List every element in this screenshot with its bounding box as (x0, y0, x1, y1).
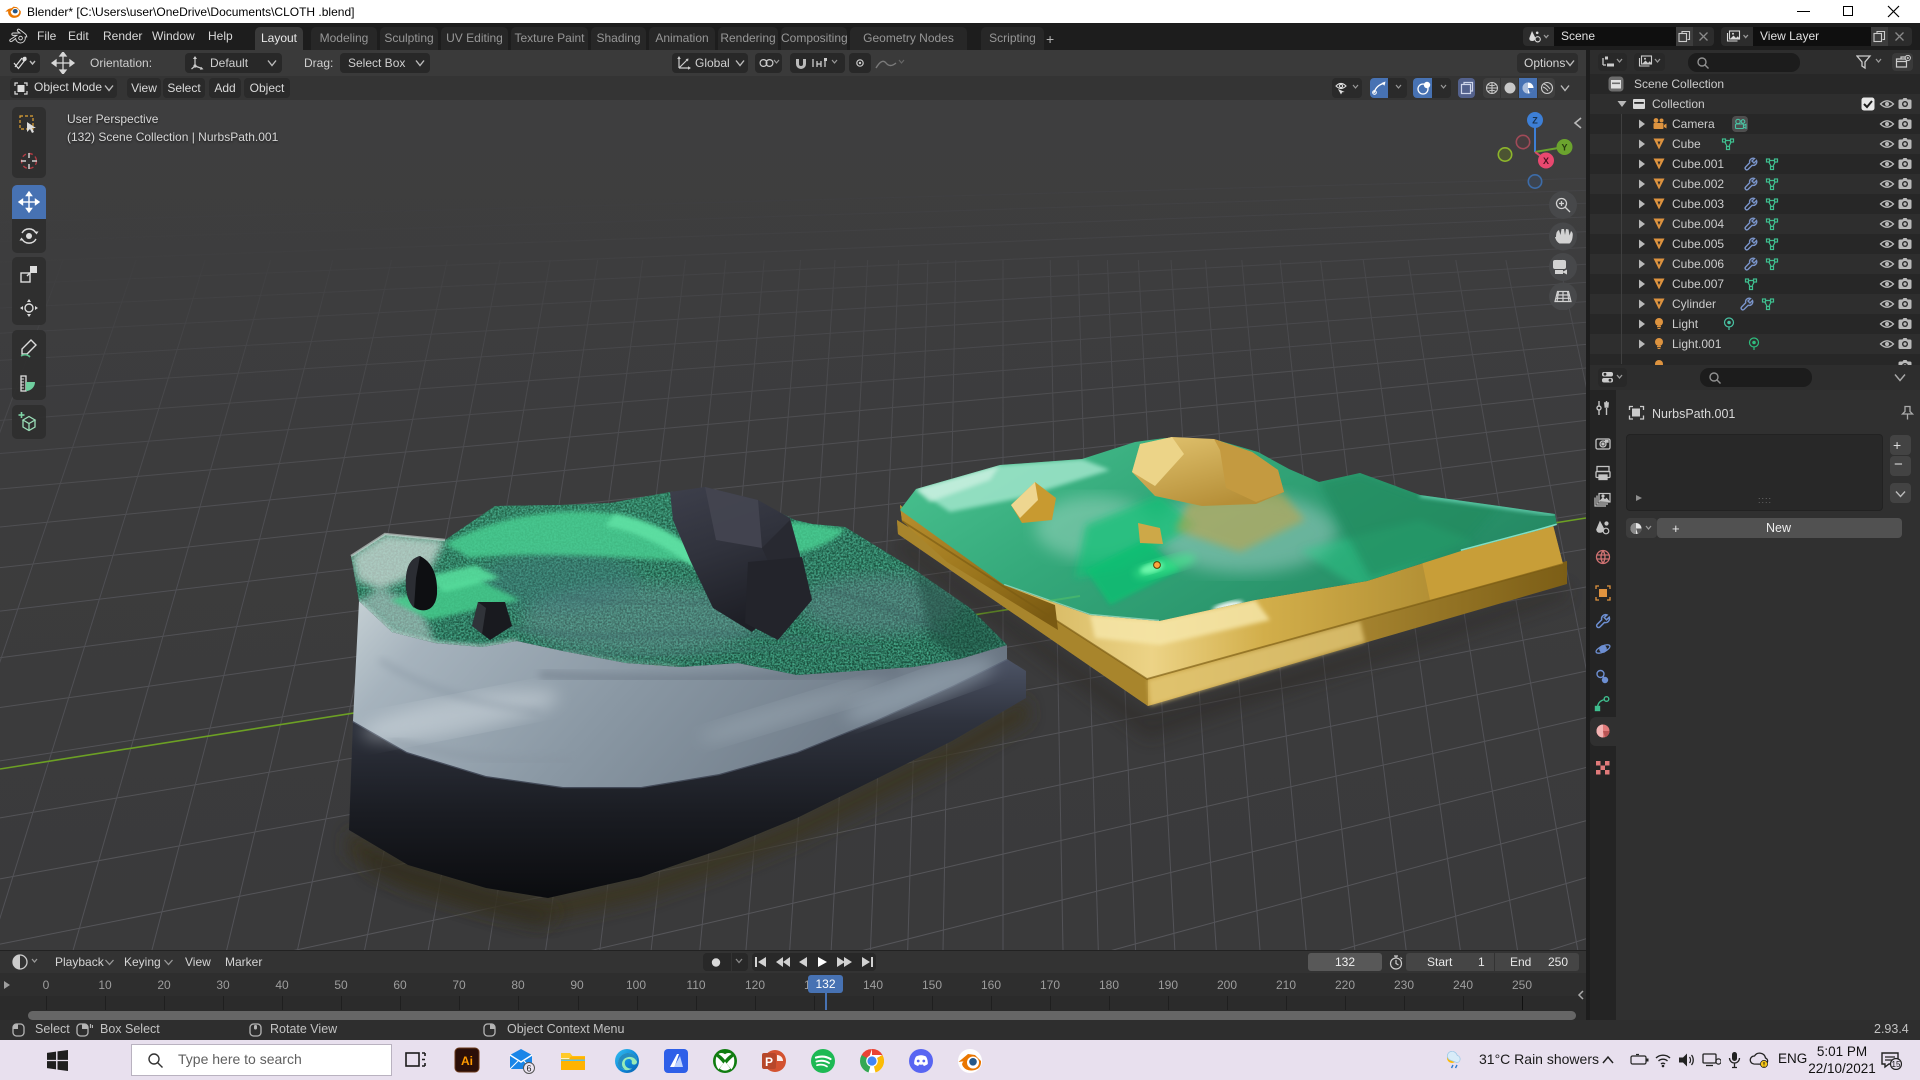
svg-text:Y: Y (1561, 143, 1567, 153)
svg-text:Z: Z (1532, 116, 1538, 126)
svg-text:6: 6 (526, 1064, 531, 1074)
svg-text:15: 15 (1892, 1060, 1901, 1069)
svg-text:P: P (765, 1055, 773, 1069)
svg-text:Ai: Ai (461, 1054, 473, 1068)
svg-text:X: X (1543, 156, 1549, 166)
